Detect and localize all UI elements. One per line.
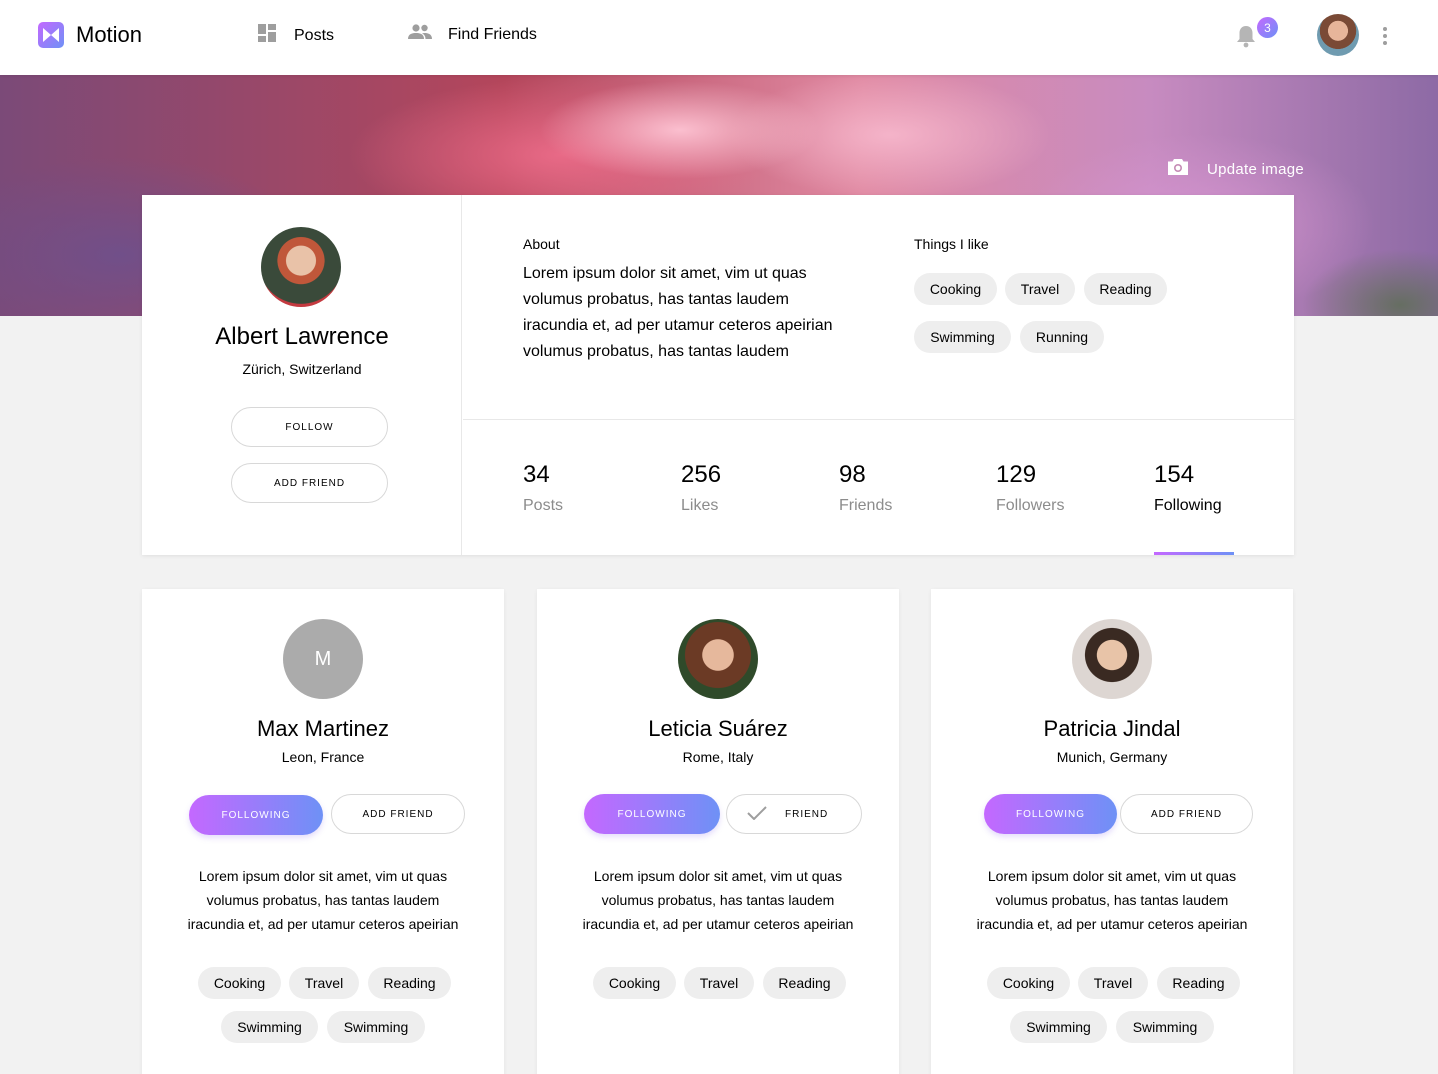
likes-heading: Things I like [914,236,989,252]
friend-bio: Lorem ipsum dolor sit amet, vim ut quas … [582,868,854,932]
profile-card: Albert Lawrence Zürich, Switzerland FOLL… [142,195,1294,555]
like-chip: Reading [1084,273,1167,305]
friend-card: Patricia Jindal Munich, Germany FOLLOWIN… [931,589,1293,1074]
app-name: Motion [76,22,143,47]
friend-bio: Lorem ipsum dolor sit amet, vim ut quas … [976,868,1248,932]
motion-logo-icon [38,22,64,48]
tag-chip: Swimming [1010,1011,1107,1043]
user-avatar[interactable] [1317,14,1359,56]
profile-location: Zürich, Switzerland [242,361,362,377]
stat-friends[interactable]: 98 Friends [839,461,892,515]
tag-chip: Reading [368,967,451,999]
stat-following[interactable]: 154 Following [1154,461,1222,515]
like-chip: Cooking [914,273,997,305]
about-text: Lorem ipsum dolor sit amet, vim ut quas … [523,265,833,360]
stat-value: 98 [839,461,866,488]
top-nav-bar: Motion Posts Find Friends 3 [0,0,1438,75]
camera-icon [1167,158,1189,181]
stat-value: 34 [523,461,550,488]
add-friend-button[interactable]: ADD FRIEND [1120,794,1253,834]
add-friend-button[interactable]: ADD FRIEND [331,794,465,834]
like-chip: Running [1020,321,1104,353]
stat-value: 256 [681,461,722,488]
tag-chip: Travel [1078,967,1148,999]
stat-label: Posts [523,497,564,514]
profile-name: Albert Lawrence [215,323,389,350]
tag-chip: Cooking [987,967,1070,999]
friend-card: Leticia Suárez Rome, Italy FOLLOWING FRI… [537,589,899,1074]
bell-icon[interactable] [1235,24,1257,53]
tag-chip: Swimming [1116,1011,1214,1043]
nav-find-friends-label: Find Friends [448,25,537,43]
stats-divider [463,419,1294,420]
stat-followers[interactable]: 129 Followers [996,461,1064,515]
friend-card: M Max Martinez Leon, France FOLLOWING AD… [142,589,504,1074]
profile-avatar [261,227,341,307]
stat-value: 129 [996,461,1037,488]
profile-summary: Albert Lawrence Zürich, Switzerland FOLL… [142,195,462,555]
follow-button[interactable]: FOLLOW [231,407,388,447]
nav-posts-label: Posts [294,26,335,44]
friend-location: Rome, Italy [682,749,754,765]
following-button[interactable]: FOLLOWING [584,794,720,834]
friend-avatar [678,619,758,699]
stat-label: Friends [839,497,893,514]
about-heading: About [523,236,560,252]
more-vert-icon[interactable] [1381,26,1389,51]
following-button[interactable]: FOLLOWING [189,795,323,835]
tag-chip: Travel [289,967,359,999]
like-chip: Travel [1005,273,1075,305]
friend-name: Max Martinez [256,716,390,741]
nav-posts[interactable]: Posts [258,24,334,47]
notification-badge: 3 [1257,17,1278,38]
friend-avatar [1072,619,1152,699]
tag-chip: Reading [1157,967,1240,999]
tag-chip: Swimming [221,1011,318,1043]
active-tab-indicator [1154,552,1234,555]
nav-find-friends[interactable]: Find Friends [408,24,537,45]
tag-chip: Reading [763,967,846,999]
tag-chip: Cooking [198,967,281,999]
stat-label: Likes [681,497,719,514]
dashboard-icon [258,24,276,47]
friend-status-button[interactable]: FRIEND [726,794,862,834]
stat-value: 154 [1154,461,1195,488]
update-image-label: Update image [1207,161,1304,178]
stat-likes[interactable]: 256 Likes [681,461,721,515]
friend-name: Leticia Suárez [648,716,788,741]
friend-location: Munich, Germany [1056,749,1168,765]
update-image-button[interactable]: Update image [1167,158,1304,181]
app-logo[interactable]: Motion [38,22,142,48]
friend-status-label: FRIEND [785,808,829,820]
stat-label: Followers [996,497,1065,514]
people-icon [408,24,432,45]
add-friend-button[interactable]: ADD FRIEND [231,463,388,503]
stat-label: Following [1154,497,1222,514]
tag-chip: Cooking [593,967,676,999]
friend-location: Leon, France [281,749,365,765]
following-button[interactable]: FOLLOWING [984,794,1117,834]
like-chip: Swimming [914,321,1011,353]
tag-chip: Swimming [327,1011,425,1043]
friend-bio: Lorem ipsum dolor sit amet, vim ut quas … [187,868,459,932]
friend-name: Patricia Jindal [1043,716,1181,741]
stat-posts[interactable]: 34 Posts [523,461,563,515]
check-icon [747,805,767,823]
friend-avatar: M [283,619,363,699]
tag-chip: Travel [684,967,754,999]
